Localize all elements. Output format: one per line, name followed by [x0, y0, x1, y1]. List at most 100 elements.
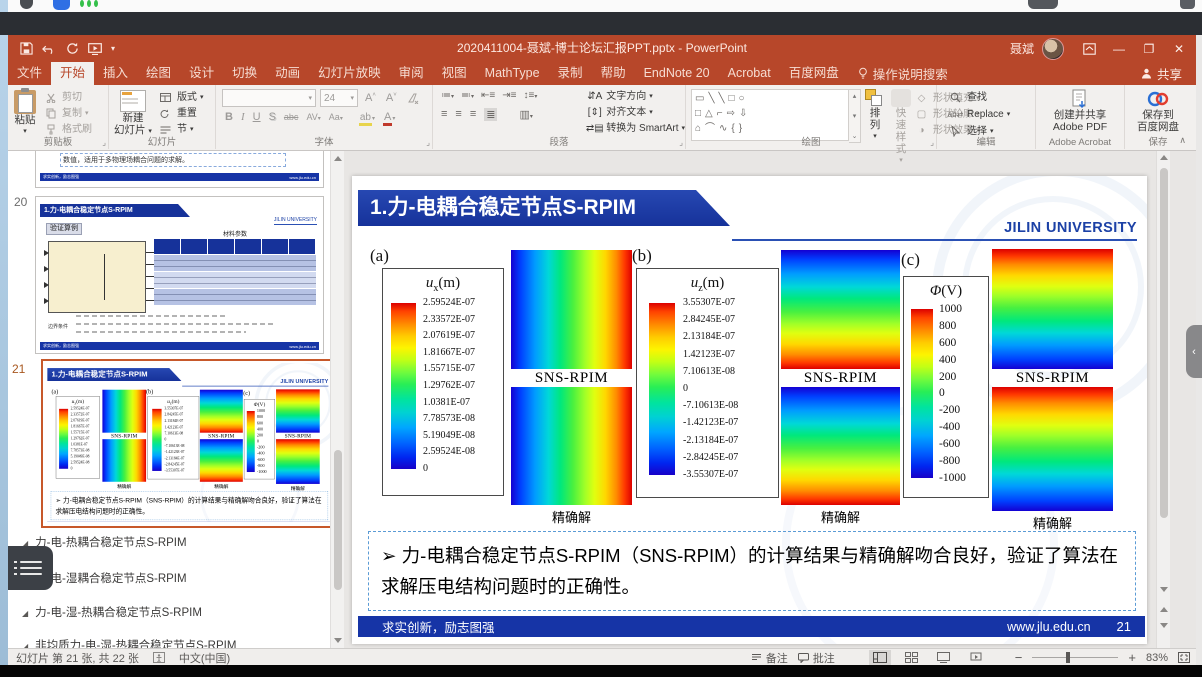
slide-title-banner[interactable]: 1.力-电耦合稳定节点S-RPIM	[358, 190, 730, 226]
taskbar-app-icon[interactable]	[53, 0, 70, 10]
language-indicator[interactable]: 中文(中国)	[179, 650, 230, 666]
tab-design[interactable]: 设计	[180, 62, 223, 85]
tab-review[interactable]: 审阅	[390, 62, 433, 85]
increase-indent-button[interactable]: ⇥≡	[502, 90, 516, 101]
slideshow-view-button[interactable]	[965, 650, 987, 666]
tab-animations[interactable]: 动画	[266, 62, 309, 85]
tab-mathtype[interactable]: MathType	[476, 62, 549, 85]
zoom-slider[interactable]	[1032, 657, 1118, 658]
section-row[interactable]: ◢非均质力-电-湿-热耦合稳定节点S-RPIM	[22, 637, 236, 648]
tab-slideshow[interactable]: 幻灯片放映	[309, 62, 390, 85]
zoom-out-button[interactable]: −	[1015, 650, 1023, 665]
previous-slide-button[interactable]	[1157, 602, 1170, 616]
fit-to-window-icon[interactable]	[1178, 652, 1190, 663]
replace-button[interactable]: ab⇄Replace▾	[947, 107, 1035, 122]
clear-format-icon[interactable]	[404, 93, 422, 104]
tab-help[interactable]: 帮助	[592, 62, 635, 85]
ribbon-display-options-icon[interactable]	[1074, 35, 1104, 62]
line-spacing-button[interactable]: ↕≡▾	[523, 90, 537, 101]
share-button[interactable]: 共享	[1127, 62, 1196, 85]
save-to-baidu-button[interactable]: 保存到百度网盘	[1125, 85, 1191, 133]
dialog-launcher-icon[interactable]: ⌟	[679, 138, 683, 147]
shrink-font-button[interactable]: A˅	[383, 92, 400, 104]
new-slide-button[interactable]: 新建幻灯片 ▾	[114, 87, 152, 138]
bullets-button[interactable]: ≔▾	[441, 90, 454, 101]
normal-view-button[interactable]	[869, 650, 891, 666]
justify-button[interactable]: ≣	[484, 108, 497, 121]
font-size-combo[interactable]: 24▾	[320, 89, 358, 107]
align-right-button[interactable]: ≡	[470, 108, 476, 121]
thumbnail-scrollbar[interactable]	[330, 150, 345, 648]
conclusion-textbox[interactable]: ➢ 力-电耦合稳定节点S-RPIM（SNS-RPIM）的计算结果与精确解吻合良好…	[51, 491, 328, 520]
tab-draw[interactable]: 绘图	[137, 62, 180, 85]
change-case-button[interactable]: Aa▾	[326, 112, 346, 122]
slide-scrollbar[interactable]	[1156, 150, 1170, 648]
tab-acrobat[interactable]: Acrobat	[719, 62, 780, 85]
tab-home[interactable]: 开始	[51, 62, 94, 85]
arrange-button[interactable]: 排列 ▾	[861, 89, 889, 167]
find-button[interactable]: 查找	[947, 90, 1035, 105]
minimize-button[interactable]: —	[1104, 35, 1134, 62]
scroll-up-icon[interactable]	[331, 151, 345, 165]
thumbnail-slide-20[interactable]: 1.力-电耦合稳定节点S-RPIM JILIN UNIVERSITY 验证算例 …	[35, 196, 324, 354]
font-color-button[interactable]: A▾	[380, 111, 398, 123]
slide-sorter-view-button[interactable]	[901, 650, 923, 666]
tab-record[interactable]: 录制	[549, 62, 592, 85]
thumbnail-slide-19[interactable]: 数值，适用于多物理场耦合问题的求解。 求实创新，励志图强 www.jlu.edu…	[35, 151, 324, 188]
taskbar-app-icon[interactable]	[1028, 0, 1058, 9]
tab-file[interactable]: 文件	[8, 62, 51, 85]
text-direction-button[interactable]: ⇵A文字方向▾	[586, 89, 685, 104]
italic-button[interactable]: I	[238, 111, 248, 123]
tab-transitions[interactable]: 切换	[223, 62, 266, 85]
reset-button[interactable]: 重置	[157, 106, 204, 121]
taskbar-app-icon[interactable]	[20, 0, 33, 9]
tell-me-search[interactable]: 操作说明搜索	[848, 62, 958, 85]
align-center-button[interactable]: ≡	[455, 108, 461, 121]
accessibility-icon[interactable]	[153, 652, 165, 663]
zoom-percent[interactable]: 83%	[1146, 652, 1168, 664]
numbering-button[interactable]: ≕▾	[461, 90, 474, 101]
tab-baidu[interactable]: 百度网盘	[780, 62, 848, 85]
restore-button[interactable]: ❐	[1134, 35, 1164, 62]
section-collapsed-icon[interactable]: ◢	[22, 609, 28, 618]
dialog-launcher-icon[interactable]: ⌟	[102, 138, 106, 147]
thumbnail-slide-21[interactable]: 1.力-电耦合稳定节点S-RPIM JILIN UNIVERSITY (a) u…	[45, 363, 330, 522]
account-name[interactable]: 聂斌	[1010, 40, 1034, 57]
conclusion-textbox[interactable]: ➢ 力-电耦合稳定节点S-RPIM（SNS-RPIM）的计算结果与精确解吻合良好…	[368, 531, 1136, 611]
avatar[interactable]	[1042, 38, 1064, 60]
zoom-slider-thumb[interactable]	[1066, 652, 1070, 663]
scrollbar-thumb[interactable]	[334, 450, 342, 590]
close-button[interactable]: ✕	[1164, 35, 1194, 62]
shape-icons-row[interactable]: □△⌐⇨⇩	[695, 106, 845, 121]
scroll-up-icon[interactable]	[1157, 150, 1170, 164]
highlight-button[interactable]: ab▾	[356, 111, 378, 123]
notes-button[interactable]: 备注	[751, 650, 788, 666]
strikethrough-button[interactable]: abc	[281, 112, 302, 122]
collapse-ribbon-icon[interactable]: ∧	[1179, 135, 1186, 146]
sidebar-collapse-handle[interactable]: ‹	[1186, 325, 1202, 378]
create-share-pdf-button[interactable]: 创建并共享Adobe PDF	[1036, 85, 1124, 133]
overlay-list-widget[interactable]	[8, 546, 53, 590]
cut-button[interactable]: 剪切	[42, 90, 92, 105]
paste-button[interactable]: 粘贴 ▾	[14, 87, 36, 138]
grow-font-button[interactable]: A˄	[362, 92, 379, 104]
dialog-launcher-icon[interactable]: ⌟	[426, 138, 430, 147]
layout-button[interactable]: 版式▾	[157, 90, 204, 105]
quick-styles-button[interactable]: 快速样式 ▾	[889, 89, 913, 167]
reading-view-button[interactable]	[933, 650, 955, 666]
scrollbar-thumb[interactable]	[1160, 168, 1168, 518]
dialog-launcher-icon[interactable]: ⌟	[930, 138, 934, 147]
decrease-indent-button[interactable]: ⇤≡	[481, 90, 495, 101]
tab-view[interactable]: 视图	[433, 62, 476, 85]
tab-endnote[interactable]: EndNote 20	[635, 62, 719, 85]
section-row[interactable]: ◢力-电-湿-热耦合稳定节点S-RPIM	[22, 604, 202, 620]
bold-button[interactable]: B	[222, 111, 236, 123]
taskbar-app-icon[interactable]	[1180, 0, 1195, 9]
zoom-in-button[interactable]: +	[1128, 650, 1136, 665]
slide-counter[interactable]: 幻灯片 第 21 张, 共 22 张	[16, 650, 139, 666]
slide-title-banner[interactable]: 1.力-电耦合稳定节点S-RPIM	[47, 368, 181, 381]
scroll-down-icon[interactable]	[1157, 582, 1170, 596]
align-text-button[interactable]: [⇕]对齐文本▾	[586, 105, 685, 120]
columns-button[interactable]: ▥▾	[519, 108, 532, 121]
next-slide-button[interactable]	[1157, 618, 1170, 632]
